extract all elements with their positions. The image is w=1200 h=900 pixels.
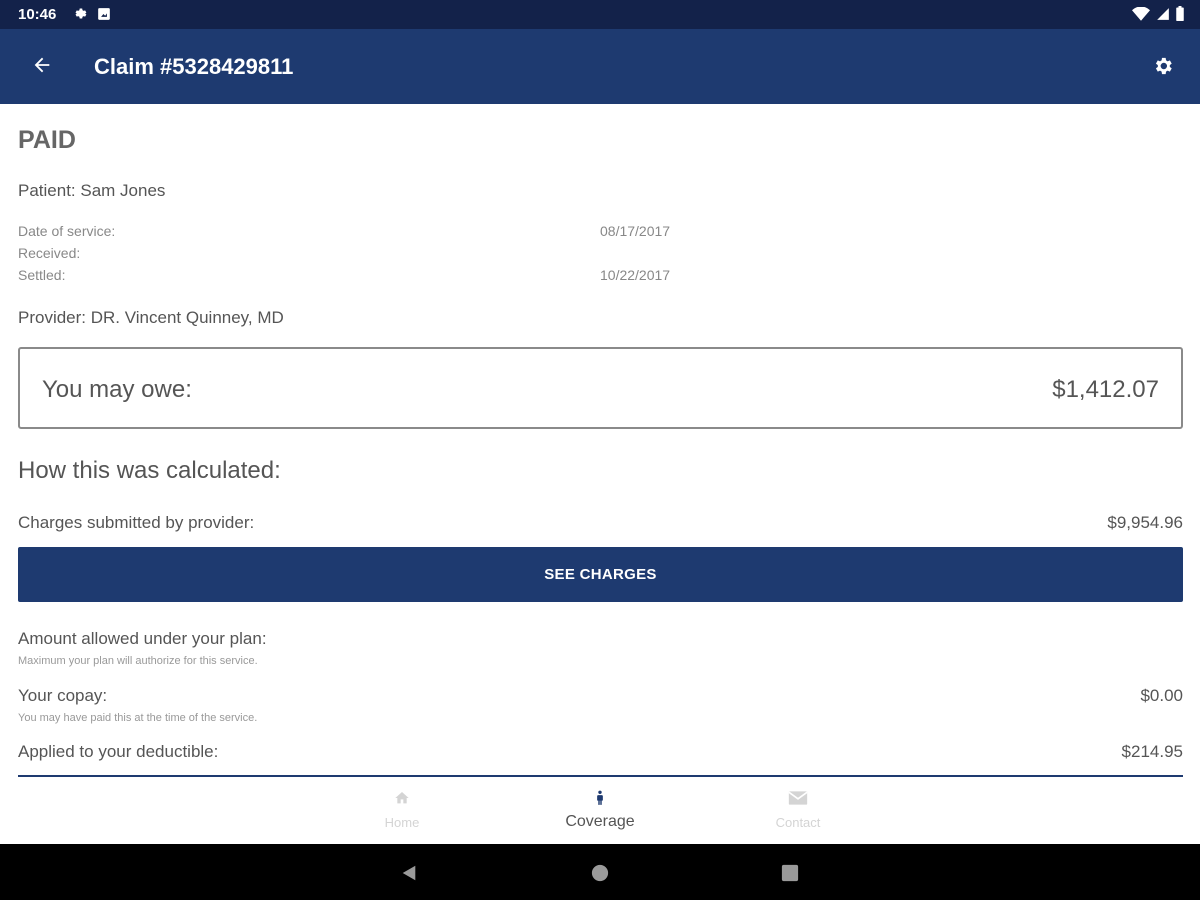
nav-coverage-label: Coverage bbox=[565, 813, 635, 830]
signal-icon bbox=[1157, 7, 1169, 20]
section-divider bbox=[18, 775, 1183, 777]
status-bar: 10:46 bbox=[0, 0, 1200, 29]
nav-contact-label: Contact bbox=[775, 815, 821, 830]
triangle-back-icon bbox=[402, 865, 416, 881]
see-charges-button[interactable]: SEE CHARGES bbox=[18, 547, 1183, 602]
nav-home-label: Home bbox=[384, 815, 420, 830]
nav-coverage[interactable]: Coverage bbox=[540, 790, 660, 831]
status-icons-right bbox=[1132, 6, 1184, 21]
date-value: 10/22/2017 bbox=[600, 267, 671, 283]
date-label: Received: bbox=[18, 245, 81, 261]
battery-icon bbox=[1176, 6, 1184, 21]
date-label: Settled: bbox=[18, 267, 66, 283]
copay-amount: $0.00 bbox=[1140, 686, 1183, 705]
copay-label: Your copay: bbox=[18, 686, 108, 705]
date-value: 08/17/2017 bbox=[600, 223, 671, 239]
app-bar: Claim #5328429811 bbox=[0, 29, 1200, 104]
system-nav-bar bbox=[0, 844, 1200, 900]
nav-home[interactable]: Home bbox=[342, 790, 462, 830]
gear-icon bbox=[75, 8, 87, 19]
status-icons-left bbox=[72, 6, 111, 21]
settings-button[interactable] bbox=[1150, 53, 1176, 79]
circle-home-icon bbox=[591, 864, 609, 882]
allowed-label: Amount allowed under your plan: bbox=[18, 629, 267, 648]
square-recents-icon bbox=[781, 864, 799, 882]
page-title: Claim #5328429811 bbox=[94, 54, 294, 79]
date-label: Date of service: bbox=[18, 223, 116, 239]
home-icon bbox=[395, 792, 409, 804]
amount-owed-label: You may owe: bbox=[42, 376, 192, 403]
copay-subtext: You may have paid this at the time of th… bbox=[18, 712, 258, 724]
nav-contact[interactable]: Contact bbox=[738, 790, 858, 830]
wifi-icon bbox=[1132, 6, 1150, 21]
amount-owed-value: $1,412.07 bbox=[1052, 376, 1159, 403]
charges-label: Charges submitted by provider: bbox=[18, 513, 255, 532]
gear-icon bbox=[1155, 57, 1172, 75]
coverage-icon bbox=[597, 790, 603, 805]
system-recents-button[interactable] bbox=[779, 862, 801, 884]
bottom-nav: Home Coverage Contact bbox=[0, 778, 1200, 844]
notification-icon bbox=[98, 7, 110, 20]
deductible-label: Applied to your deductible: bbox=[18, 742, 219, 761]
system-home-button[interactable] bbox=[589, 862, 611, 884]
patient-name: Patient: Sam Jones bbox=[18, 181, 166, 200]
status-time: 10:46 bbox=[18, 6, 57, 23]
allowed-subtext: Maximum your plan will authorize for thi… bbox=[18, 655, 258, 667]
charges-amount: $9,954.96 bbox=[1107, 513, 1183, 532]
calculation-heading: How this was calculated: bbox=[18, 457, 281, 484]
mail-icon bbox=[788, 791, 808, 805]
deductible-amount: $214.95 bbox=[1121, 742, 1183, 761]
arrow-left-icon bbox=[34, 57, 50, 73]
amount-owed-card: You may owe: $1,412.07 bbox=[18, 347, 1183, 429]
system-back-button[interactable] bbox=[398, 862, 420, 884]
claim-status: PAID bbox=[18, 126, 76, 154]
back-button[interactable] bbox=[28, 51, 56, 79]
provider-name: Provider: DR. Vincent Quinney, MD bbox=[18, 308, 284, 327]
